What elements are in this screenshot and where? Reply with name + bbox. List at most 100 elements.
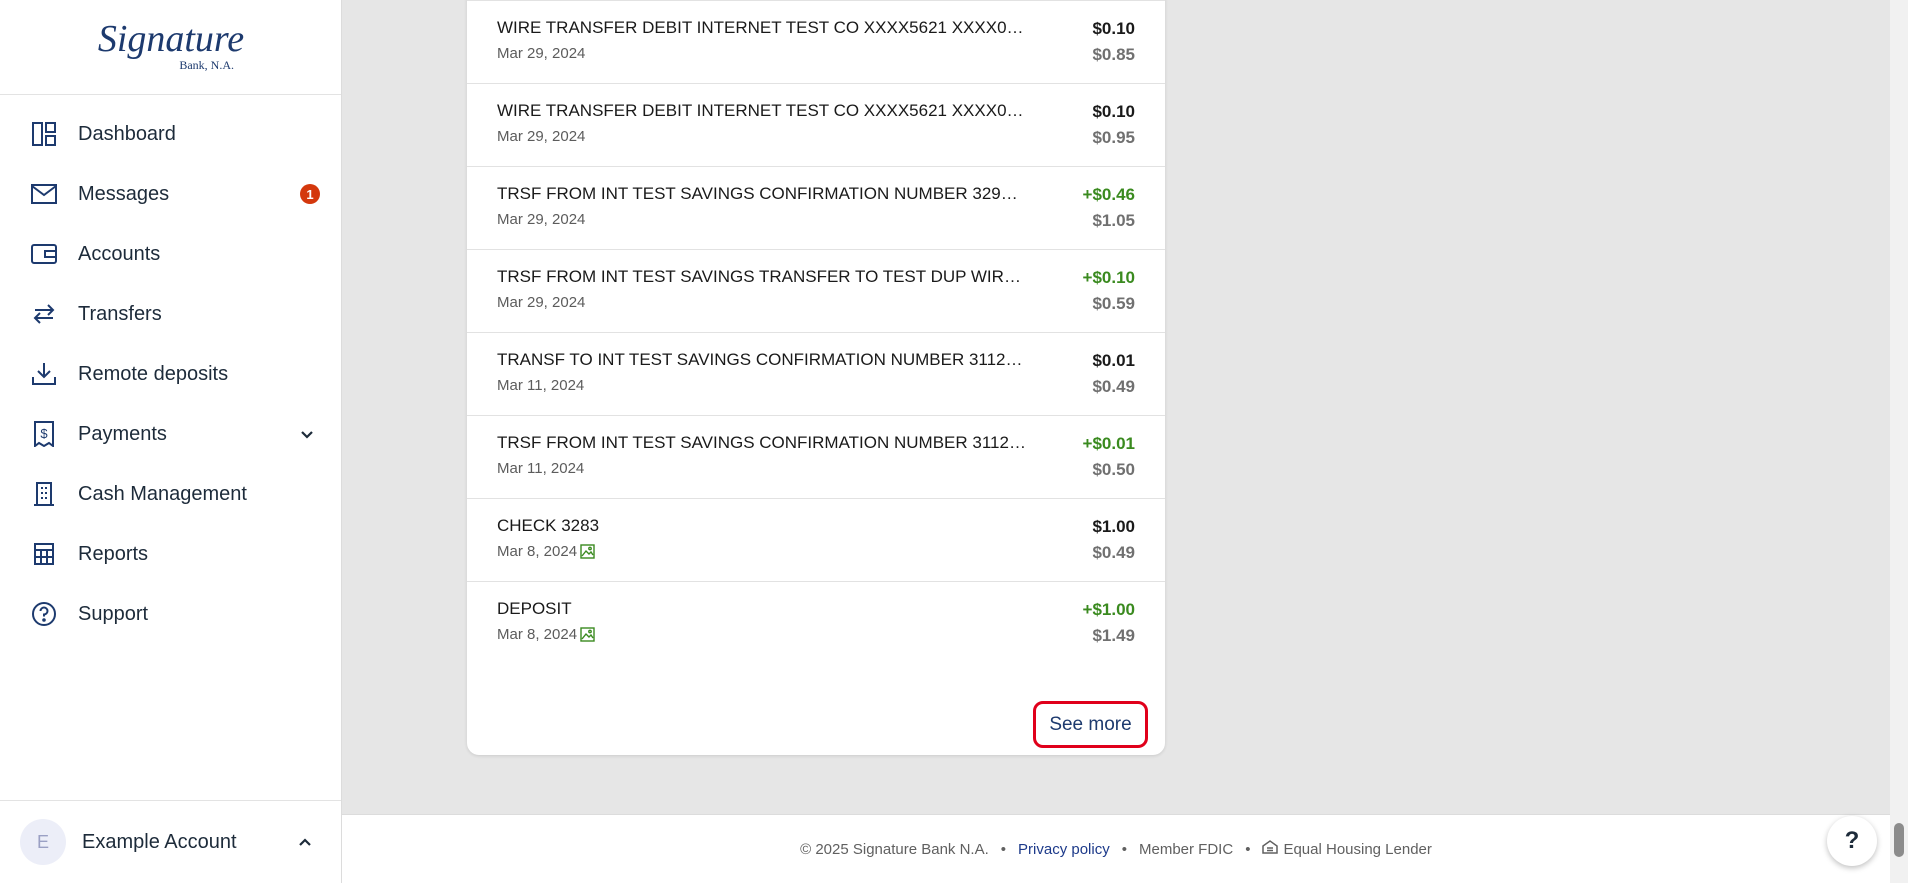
transaction-row[interactable]: TRSF FROM INT TEST SAVINGS TRANSFER TO T… xyxy=(467,249,1165,332)
sidebar: Signature Bank, N.A. Dashboard Messages … xyxy=(0,0,342,883)
svg-text:Bank, N.A.: Bank, N.A. xyxy=(179,58,234,72)
transaction-description: TRSF FROM INT TEST SAVINGS CONFIRMATION … xyxy=(497,184,1027,203)
separator-dot: • xyxy=(1245,840,1251,858)
running-balance: $1.49 xyxy=(1092,626,1135,645)
mail-icon xyxy=(30,180,58,208)
building-icon xyxy=(30,480,58,508)
unread-badge: 1 xyxy=(300,184,320,204)
running-balance: $0.59 xyxy=(1092,294,1135,313)
receipt-dollar-icon: $ xyxy=(30,420,58,448)
chevron-down-icon[interactable] xyxy=(297,424,317,444)
transaction-date: Mar 8, 2024 xyxy=(497,543,595,560)
transaction-row[interactable]: TRSF FROM INT TEST SAVINGS CONFIRMATION … xyxy=(467,415,1165,498)
copyright-text: © 2025 Signature Bank N.A. xyxy=(800,840,989,858)
transaction-date-text: Mar 8, 2024 xyxy=(497,626,578,643)
transaction-row[interactable]: WIRE TRANSFER DEBIT INTERNET TEST CO XXX… xyxy=(467,0,1165,83)
page-footer: © 2025 Signature Bank N.A. • Privacy pol… xyxy=(342,814,1890,883)
sidebar-item-label: Payments xyxy=(78,422,167,445)
sidebar-item-transfers[interactable]: Transfers xyxy=(0,284,341,344)
bank-logo[interactable]: Signature Bank, N.A. xyxy=(0,0,341,95)
sidebar-item-label: Remote deposits xyxy=(78,362,229,385)
transaction-date-text: Mar 29, 2024 xyxy=(497,45,586,62)
sidebar-item-remote-deposits[interactable]: Remote deposits xyxy=(0,344,341,404)
check-image-icon[interactable] xyxy=(580,544,595,559)
transaction-amount: $1.00 xyxy=(1092,517,1135,536)
sidebar-item-label: Transfers xyxy=(78,302,162,325)
transaction-row[interactable]: TRANSF TO INT TEST SAVINGS CONFIRMATION … xyxy=(467,332,1165,415)
help-button[interactable]: ? xyxy=(1827,816,1877,866)
transaction-description: TRANSF TO INT TEST SAVINGS CONFIRMATION … xyxy=(497,350,1027,369)
transaction-date: Mar 29, 2024 xyxy=(497,211,585,228)
running-balance: $0.85 xyxy=(1092,45,1135,64)
sidebar-item-label: Reports xyxy=(78,542,149,565)
transaction-amount: $0.10 xyxy=(1092,102,1135,121)
question-circle-icon xyxy=(30,600,58,628)
page-scrollbar[interactable] xyxy=(1890,0,1908,883)
account-switcher[interactable]: E Example Account xyxy=(0,800,341,883)
transaction-amount: +$1.00 xyxy=(1082,600,1135,619)
running-balance: $0.95 xyxy=(1092,128,1135,147)
transaction-date-text: Mar 29, 2024 xyxy=(497,128,586,145)
transaction-date: Mar 8, 2024 xyxy=(497,626,595,643)
scrollbar-thumb[interactable] xyxy=(1894,823,1904,857)
transaction-description: TRSF FROM INT TEST SAVINGS TRANSFER TO T… xyxy=(497,267,1027,286)
sidebar-nav: Dashboard Messages 1 Accounts Transfers xyxy=(0,95,341,644)
equal-housing-lender: Equal Housing Lender xyxy=(1262,840,1432,858)
transfer-arrows-icon xyxy=(30,300,58,328)
running-balance: $1.05 xyxy=(1092,211,1135,230)
transaction-row[interactable]: WIRE TRANSFER DEBIT INTERNET TEST CO XXX… xyxy=(467,83,1165,166)
separator-dot: • xyxy=(1000,840,1007,858)
transaction-description: WIRE TRANSFER DEBIT INTERNET TEST CO XXX… xyxy=(497,101,1027,120)
separator-dot: • xyxy=(1121,840,1127,858)
sidebar-item-messages[interactable]: Messages 1 xyxy=(0,164,341,224)
equal-housing-icon xyxy=(1262,840,1283,858)
signature-logo-icon: Signature Bank, N.A. xyxy=(97,18,243,72)
transaction-date-text: Mar 29, 2024 xyxy=(497,211,586,228)
transaction-date: Mar 29, 2024 xyxy=(497,128,585,145)
sidebar-item-label: Dashboard xyxy=(78,122,176,145)
transaction-amount: +$0.10 xyxy=(1082,268,1135,287)
account-name: Example Account xyxy=(82,830,237,853)
transaction-row[interactable]: DEPOSIT Mar 8, 2024 +$1.00 $1.49 xyxy=(467,581,1165,664)
transaction-amount: $0.01 xyxy=(1092,351,1135,370)
svg-text:Signature: Signature xyxy=(97,18,243,60)
sidebar-item-reports[interactable]: Reports xyxy=(0,524,341,584)
see-more-button[interactable]: See more xyxy=(1033,701,1148,748)
transaction-date-text: Mar 11, 2024 xyxy=(497,460,585,477)
transaction-amount: $0.10 xyxy=(1092,19,1135,38)
chevron-up-icon[interactable] xyxy=(295,833,315,853)
transaction-row[interactable]: TRSF FROM INT TEST SAVINGS CONFIRMATION … xyxy=(467,166,1165,249)
sidebar-item-label: Messages xyxy=(78,182,170,205)
sidebar-item-dashboard[interactable]: Dashboard xyxy=(0,104,341,164)
transaction-date-text: Mar 29, 2024 xyxy=(497,294,586,311)
svg-text:$: $ xyxy=(40,426,48,441)
sidebar-item-payments[interactable]: $ Payments xyxy=(0,404,341,464)
sidebar-item-cash-management[interactable]: Cash Management xyxy=(0,464,341,524)
sidebar-item-support[interactable]: Support xyxy=(0,584,341,644)
check-image-icon[interactable] xyxy=(580,627,595,642)
sidebar-item-accounts[interactable]: Accounts xyxy=(0,224,341,284)
transaction-description: DEPOSIT xyxy=(497,599,572,618)
transactions-card: WIRE TRANSFER DEBIT INTERNET TEST CO XXX… xyxy=(467,0,1165,755)
running-balance: $0.49 xyxy=(1092,377,1135,396)
dashboard-icon xyxy=(30,120,58,148)
transaction-date-text: Mar 8, 2024 xyxy=(497,543,578,560)
transaction-row[interactable]: CHECK 3283 Mar 8, 2024 $1.00 $0.49 xyxy=(467,498,1165,581)
avatar: E xyxy=(20,819,66,865)
running-balance: $0.49 xyxy=(1092,543,1135,562)
member-fdic-text: Member FDIC xyxy=(1139,840,1234,858)
equal-housing-text: Equal Housing Lender xyxy=(1283,840,1432,858)
calculator-report-icon xyxy=(30,540,58,568)
privacy-policy-link[interactable]: Privacy policy xyxy=(1018,841,1110,858)
sidebar-item-label: Cash Management xyxy=(78,482,247,505)
transaction-date: Mar 29, 2024 xyxy=(497,294,585,311)
transaction-date-text: Mar 11, 2024 xyxy=(497,377,585,394)
transaction-description: CHECK 3283 xyxy=(497,516,600,535)
running-balance: $0.50 xyxy=(1092,460,1135,479)
transaction-amount: +$0.01 xyxy=(1082,434,1135,453)
transaction-amount: +$0.46 xyxy=(1082,185,1135,204)
sidebar-item-label: Support xyxy=(78,602,149,625)
transaction-date: Mar 29, 2024 xyxy=(497,45,585,62)
wallet-icon xyxy=(30,240,58,268)
transaction-date: Mar 11, 2024 xyxy=(497,377,584,394)
